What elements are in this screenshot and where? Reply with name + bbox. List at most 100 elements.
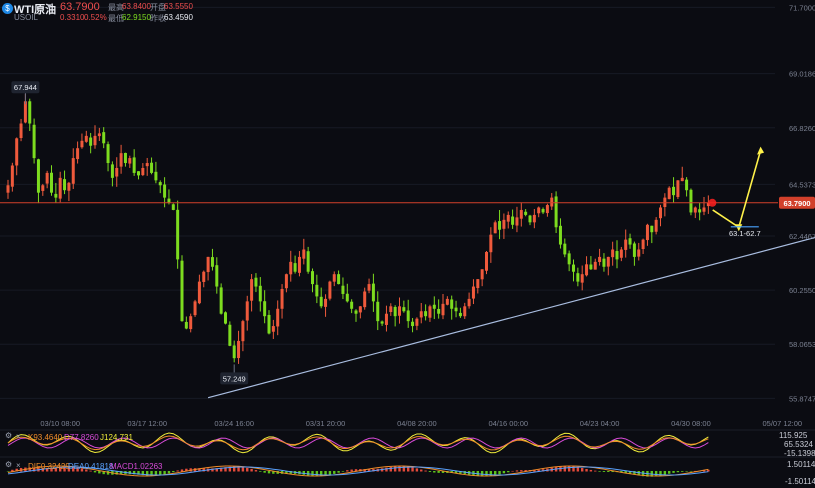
candle-body [354,310,358,314]
y-axis: 71.7000 69.0186 66.8260 64.5373 62.4467 60.25… [779,3,815,403]
macd-bar [411,467,414,472]
macd-bar [385,467,388,472]
candle-body [524,211,528,215]
macd-bar [263,471,266,473]
candle-body [580,274,584,283]
candle-body [276,308,280,327]
settings-gear-icon-2[interactable]: ⚙ [5,460,12,469]
candle-body [89,137,93,146]
candle-body [184,321,188,329]
candle-body [19,123,23,139]
macd-bar [668,471,671,474]
candle-body [615,251,619,260]
candle-body [23,101,27,123]
candle-body [593,261,597,270]
x-tick-label: 03/10 08:00 [40,419,80,428]
last-price-marker [708,198,717,207]
candle-body [271,326,275,332]
candle-body [215,265,219,287]
macd-bar [167,471,171,474]
candle-body [71,158,75,184]
candle-body [189,316,193,330]
candle-body [606,256,610,267]
x-axis: 03/10 08:00 03/17 12:00 03/24 16:00 03/31 2… [40,419,802,428]
candle-body [132,157,136,173]
candlestick-chart: 67.944 57.249 63.1-62.7 71.7000 69.0186 66.8… [0,3,815,477]
candle-body [180,260,184,322]
macd-bar [663,471,667,475]
x-tick-label: 04/23 04:00 [580,419,620,428]
candle-body [598,256,602,263]
y-tick-label: 62.4467 [789,232,815,241]
candle-body [341,285,345,294]
x-tick-label: 03/31 20:00 [306,419,346,428]
candle-body [532,214,536,223]
macd-bar [581,467,584,472]
x-tick-label: 04/30 08:00 [671,419,711,428]
candle-body [637,249,641,257]
candle-body [624,239,628,250]
x-tick-label: 05/07 12:00 [762,419,802,428]
candle-body [389,306,393,312]
candle-body [119,153,123,167]
candle-body [332,274,336,282]
macd-bar [498,471,501,475]
macd-bar [594,470,597,472]
macd-bar [437,471,440,473]
candle-body [254,277,258,287]
candle-body [458,312,462,317]
macd-bar [433,471,436,473]
close-icon-2[interactable]: × [16,461,21,470]
candle-body [106,144,110,164]
last-price-tag-label: 63.7900 [783,199,810,208]
candle-body [10,165,14,187]
candle-body [498,221,502,230]
candle-body [480,269,484,280]
candle-body [263,301,267,317]
macd-bar [163,471,166,475]
candle-body [698,209,702,213]
candle-body [628,238,632,245]
macd-bar [424,470,427,472]
candle-body [337,274,341,285]
close-icon[interactable]: × [16,432,21,441]
macd-bar [250,468,253,472]
candle-body [45,172,49,184]
candle-body [367,284,371,291]
macd-bar [389,466,392,472]
x-tick-label: 04/08 20:00 [397,419,437,428]
candle-body [36,159,40,193]
trendline [207,236,815,399]
candle-body [284,274,288,289]
y-tick-label: 55.8747 [789,394,815,403]
macd-bar [598,471,601,472]
candles [6,93,710,364]
candle-body [659,207,662,219]
macd-bar [507,471,510,473]
candle-body [123,152,127,164]
candle-body [280,289,284,309]
macd-bar [337,471,340,473]
chevron-down-icon[interactable]: ▾ [47,1,52,12]
macd-dif-value: DIF0.32429 [28,462,70,471]
candle-body [384,313,388,325]
candle-body [371,283,375,302]
candle-body [415,318,419,326]
candle-body [437,308,441,314]
macd-bar [689,471,693,472]
candle-body [84,135,88,142]
candle-body [558,225,562,245]
candle-body [545,205,549,214]
macd-bar [311,471,314,476]
settings-gear-icon[interactable]: ⚙ [5,431,12,440]
macd-bar [681,471,684,472]
macd-bar [172,471,175,473]
candle-body [398,306,401,316]
candle-body [167,198,171,203]
candle-body [406,310,410,322]
candle-body [54,193,58,198]
open-value: 63.5550 [164,2,193,11]
macd-bar [246,467,249,472]
candle-body [302,249,306,259]
candle-body [228,324,232,346]
